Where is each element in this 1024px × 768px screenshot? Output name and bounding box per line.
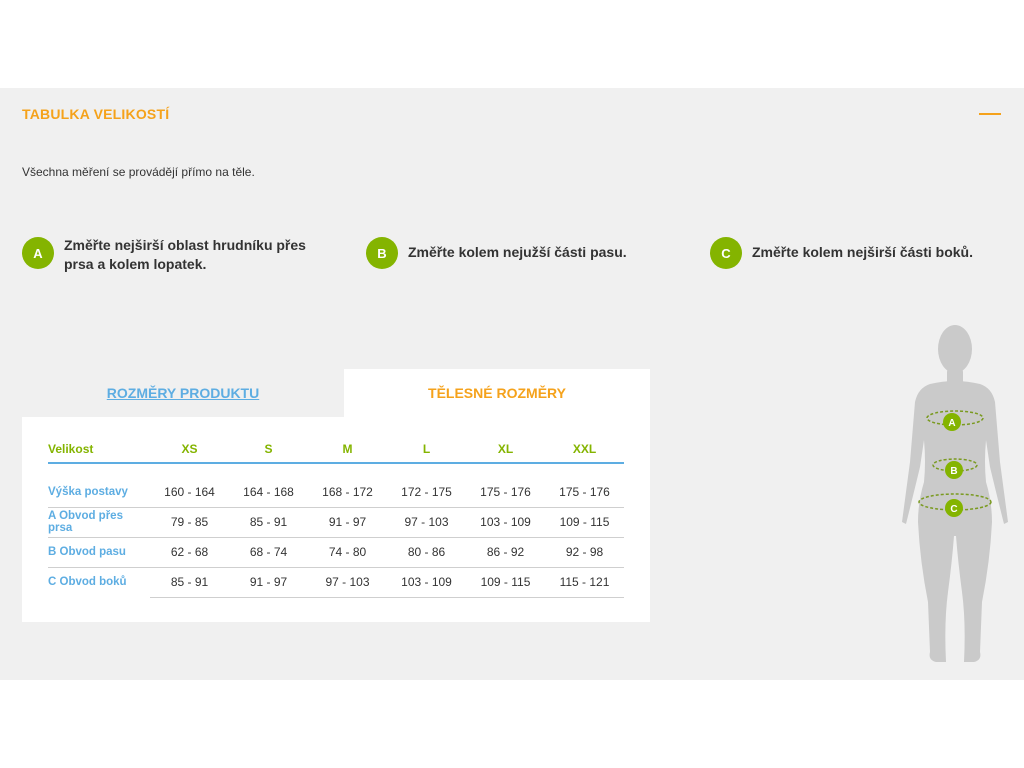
figure-marker-a-label: A	[948, 418, 955, 429]
header-l: L	[387, 435, 466, 464]
table-cell: 68 - 74	[229, 537, 308, 568]
badge-b: B	[366, 237, 398, 269]
step-b-text: Změřte kolem nejužší části pasu.	[408, 244, 627, 260]
table-cell: 86 - 92	[466, 537, 545, 568]
row-label: C Obvod boků	[48, 576, 127, 589]
tab-product-dimensions[interactable]: ROZMĚRY PRODUKTU	[22, 369, 344, 417]
row-label: Výška postavy	[48, 463, 150, 508]
size-table-card: Velikost XS S M L XL XXL Výška postavy 1…	[22, 417, 650, 622]
table-cell: 79 - 85	[150, 507, 229, 538]
header-size: Velikost	[48, 435, 150, 464]
step-a: A Změřte nejširší oblast hrudníku přes p…	[22, 236, 334, 274]
header-s: S	[229, 435, 308, 464]
table-row: Výška postavy 160 - 164 164 - 168 168 - …	[48, 463, 624, 508]
table-row: B Obvod pasu 62 - 68 68 - 74 74 - 80 80 …	[48, 537, 624, 568]
size-table: Velikost XS S M L XL XXL Výška postavy 1…	[48, 435, 624, 598]
measurement-tabs: ROZMĚRY PRODUKTU TĚLESNÉ ROZMĚRY	[22, 369, 650, 417]
body-figure-illustration: A B C	[902, 325, 1008, 662]
step-c-text: Změřte kolem nejširší části boků.	[752, 244, 973, 260]
intro-text: Všechna měření se provádějí přímo na těl…	[22, 165, 255, 179]
figure-marker-b-label: B	[950, 466, 957, 477]
step-c: C Změřte kolem nejširší části boků.	[710, 236, 1022, 269]
table-cell: 74 - 80	[308, 537, 387, 568]
table-cell: 85 - 91	[150, 567, 229, 598]
table-cell: 97 - 103	[308, 567, 387, 598]
table-cell: 80 - 86	[387, 537, 466, 568]
header-xs: XS	[150, 435, 229, 464]
table-cell: 164 - 168	[229, 463, 308, 508]
step-a-text: Změřte nejširší oblast hrudníku přes prs…	[64, 237, 306, 272]
table-cell: 175 - 176	[545, 463, 624, 508]
table-cell: 91 - 97	[308, 507, 387, 538]
table-row: C Obvod boků 85 - 91 91 - 97 97 - 103 10…	[48, 567, 624, 598]
header-xxl: XXL	[545, 435, 624, 464]
figure-marker-c-label: C	[950, 504, 957, 515]
table-cell: 168 - 172	[308, 463, 387, 508]
table-row: A Obvod přes prsa 79 - 85 85 - 91 91 - 9…	[48, 507, 624, 538]
badge-c: C	[710, 237, 742, 269]
step-b: B Změřte kolem nejužší části pasu.	[366, 236, 678, 269]
body-silhouette	[902, 325, 1008, 662]
header-xl: XL	[466, 435, 545, 464]
table-cell: 97 - 103	[387, 507, 466, 538]
table-cell: 91 - 97	[229, 567, 308, 598]
row-label: B Obvod pasu	[48, 537, 150, 568]
table-cell: 92 - 98	[545, 537, 624, 568]
table-cell: 172 - 175	[387, 463, 466, 508]
table-header-row: Velikost XS S M L XL XXL	[48, 435, 624, 464]
section-title: TABULKA VELIKOSTÍ	[22, 106, 170, 122]
header-m: M	[308, 435, 387, 464]
table-cell: 175 - 176	[466, 463, 545, 508]
table-cell: 62 - 68	[150, 537, 229, 568]
collapse-icon[interactable]	[979, 113, 1001, 115]
size-chart-panel: TABULKA VELIKOSTÍ Všechna měření se prov…	[0, 88, 1024, 680]
tab-body-dimensions[interactable]: TĚLESNÉ ROZMĚRY	[344, 369, 650, 417]
row-label: A Obvod přes prsa	[48, 507, 150, 538]
table-cell: 103 - 109	[387, 567, 466, 598]
table-cell: 103 - 109	[466, 507, 545, 538]
table-cell: 109 - 115	[466, 567, 545, 598]
table-cell: 115 - 121	[545, 567, 624, 598]
table-cell: 85 - 91	[229, 507, 308, 538]
table-cell: 109 - 115	[545, 507, 624, 538]
badge-a: A	[22, 237, 54, 269]
table-cell: 160 - 164	[150, 463, 229, 508]
